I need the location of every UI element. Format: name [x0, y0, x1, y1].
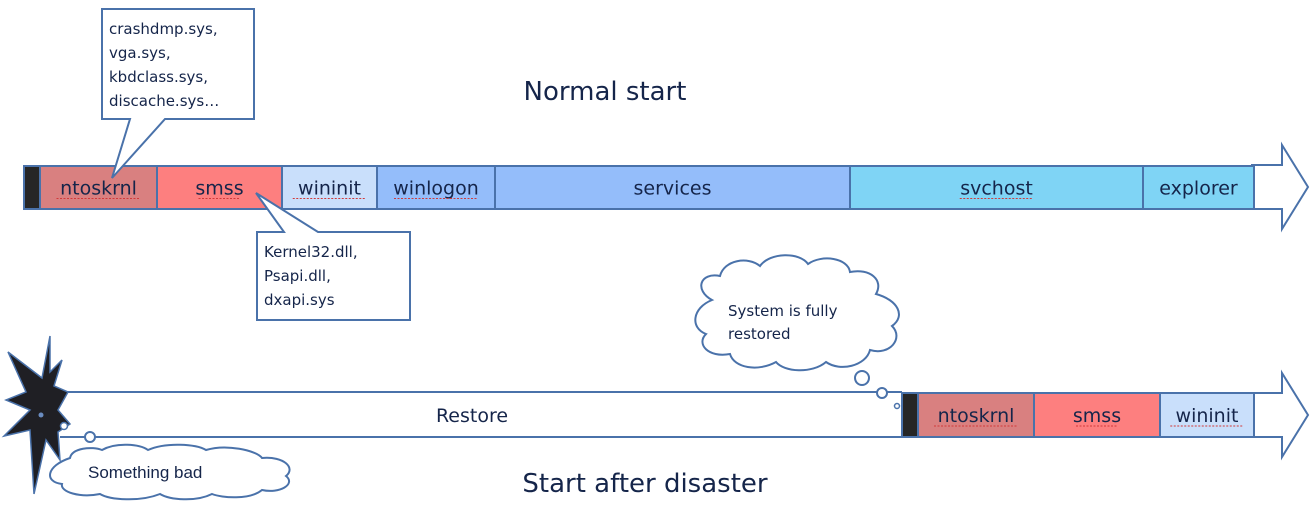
- restore-label: Restore: [436, 405, 508, 427]
- callout-ntoskrnl-drivers: crashdmp.sys, vga.sys, kbdclass.sys, dis…: [101, 8, 255, 179]
- normal-segment-label: smss: [195, 178, 243, 200]
- callout-line: Kernel32.dll,: [264, 243, 358, 261]
- normal-segment-label: wininit: [298, 178, 361, 200]
- disaster-timeline: Restore ntoskrnl smss wininit: [60, 369, 1310, 461]
- disaster-segment-boot-marker: [901, 392, 919, 438]
- disaster-segment-label: wininit: [1176, 405, 1239, 427]
- title-normal-start: Normal start: [524, 77, 687, 107]
- callout-line: discache.sys…: [109, 92, 219, 110]
- thought-bubble-restored: System is fully restored: [694, 254, 901, 410]
- callout-line: dxapi.sys: [264, 291, 335, 309]
- callout-line: Psapi.dll,: [264, 267, 331, 285]
- callout-smss-libraries: Kernel32.dll, Psapi.dll, dxapi.sys: [255, 192, 411, 321]
- normal-timeline: ntoskrnl smss wininit winlogon services svcho…: [23, 141, 1310, 233]
- normal-segment-label: services: [634, 178, 712, 200]
- normal-segment-label: explorer: [1159, 178, 1238, 200]
- boot-timeline-diagram: Normal start Start after disaster ntoskr…: [1, 8, 1310, 501]
- thought-line: restored: [728, 325, 791, 343]
- normal-segment-label: ntoskrnl: [60, 178, 137, 200]
- timeline-arrowhead-icon: [1251, 141, 1310, 233]
- normal-segment-label: winlogon: [393, 178, 479, 200]
- title-start-after-disaster: Start after disaster: [522, 469, 767, 499]
- thought-text: Something bad: [88, 463, 202, 482]
- callout-line: vga.sys,: [109, 44, 171, 62]
- thought-bubble-something-bad: Something bad: [49, 443, 291, 501]
- normal-segment-boot-marker: [23, 165, 41, 210]
- disaster-segment-label: smss: [1073, 405, 1121, 427]
- thought-line: System is fully: [728, 302, 838, 320]
- disaster-segment-label: ntoskrnl: [938, 405, 1015, 427]
- callout-line: crashdmp.sys,: [109, 20, 218, 38]
- callout-line: kbdclass.sys,: [109, 68, 208, 86]
- timeline-arrowhead-icon: [1251, 369, 1310, 461]
- normal-segment-label: svchost: [960, 178, 1033, 200]
